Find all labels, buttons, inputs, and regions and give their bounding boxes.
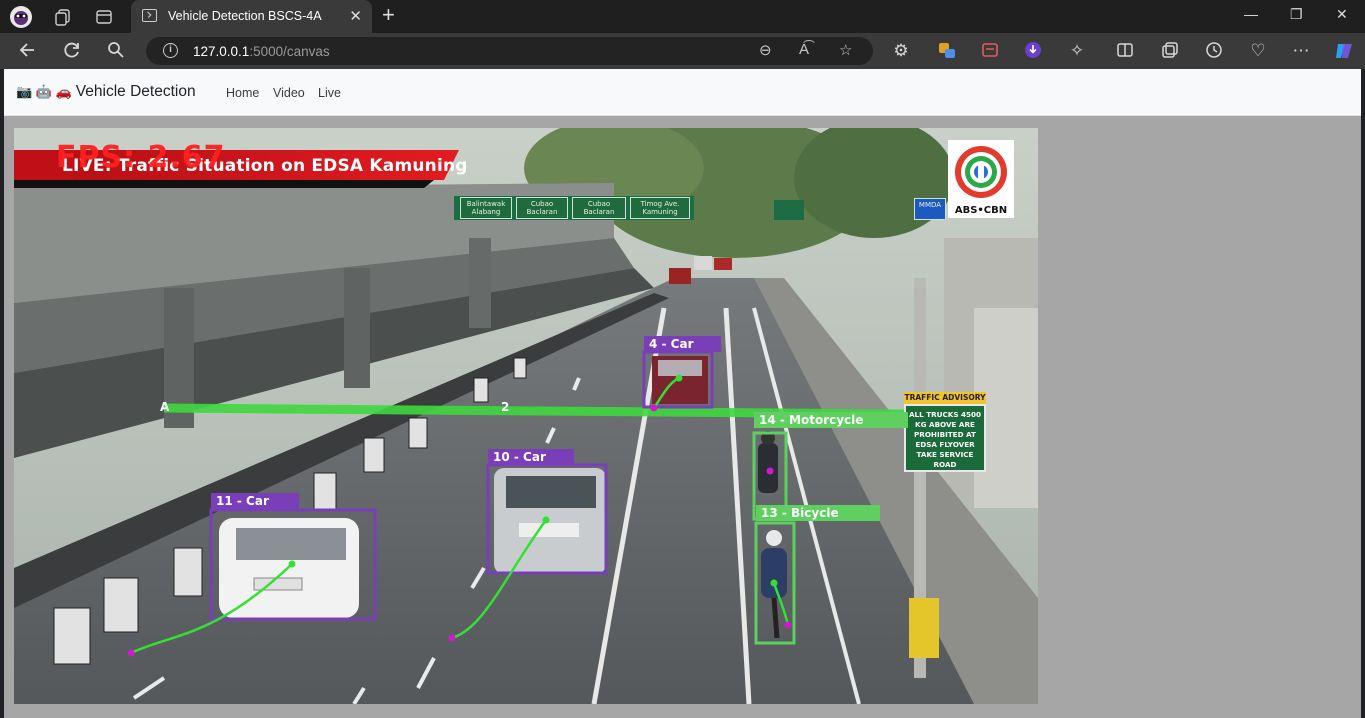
favorite-star-icon[interactable]: ☆: [839, 41, 852, 59]
download-extension-icon[interactable]: [1021, 40, 1045, 62]
video-canvas: LIVE: Traffic Situation on EDSA Kamuning…: [14, 128, 1038, 704]
traffic-advisory-sign: ALL TRUCKS 4500 KG ABOVE ARE PROHIBITED …: [904, 404, 986, 472]
tab-vehicle-detection[interactable]: Vehicle Detection BSCS-4A ✕: [131, 0, 372, 33]
history-icon[interactable]: [1202, 40, 1226, 62]
new-tab-icon[interactable]: +: [382, 4, 395, 26]
read-aloud-icon[interactable]: A͡: [799, 41, 809, 58]
performance-heart-icon[interactable]: ♡: [1246, 40, 1270, 62]
collections-icon[interactable]: [1158, 40, 1182, 62]
overhead-sign-1: Balintawak Alabang: [460, 197, 512, 219]
browser-toolbar: i 127.0.0.1:5000/canvas ⊖ A͡ ☆ ⚙ ✧ ♡ ⋯: [0, 33, 1365, 69]
restore-icon[interactable]: ❐: [1290, 6, 1303, 23]
browser-tab-bar: Vehicle Detection BSCS-4A ✕ + — ❐ ✕: [0, 0, 1365, 33]
nav-link-live[interactable]: Live: [318, 86, 341, 100]
site-info-icon[interactable]: i: [163, 43, 178, 58]
zoom-out-icon[interactable]: ⊖: [759, 41, 772, 59]
more-menu-icon[interactable]: ⋯: [1289, 40, 1313, 62]
traffic-advisory-heading: TRAFFIC ADVISORY: [904, 392, 986, 404]
brand-title: Vehicle Detection: [75, 83, 196, 100]
detection-label-bicycle-13: 13 - Bicycle: [756, 505, 880, 521]
fps-readout: FPS: 2.67: [56, 140, 226, 175]
extensions-puzzle-icon[interactable]: ✧: [1065, 40, 1089, 62]
search-icon[interactable]: [104, 40, 128, 62]
brand-emojis: 📷 🤖 🚗: [16, 84, 72, 99]
tab-close-icon[interactable]: ✕: [349, 7, 362, 25]
broadcaster-logo-text: ABS•CBN: [954, 205, 1008, 216]
detection-label-car-11: 11 - Car: [211, 493, 299, 509]
navbar: 📷 🤖 🚗 Vehicle Detection Home Video Live: [4, 69, 1361, 116]
extension-red-icon[interactable]: [978, 40, 1002, 62]
close-window-icon[interactable]: ✕: [1336, 6, 1348, 23]
back-icon[interactable]: [16, 40, 40, 62]
line-start-label: A: [160, 400, 170, 414]
profile-avatar-icon[interactable]: [9, 5, 33, 29]
address-bar[interactable]: i 127.0.0.1:5000/canvas ⊖ A͡ ☆: [146, 37, 873, 65]
terminal-favicon-icon: [142, 9, 157, 22]
page-body: 📷 🤖 🚗 Vehicle Detection Home Video Live: [4, 69, 1361, 718]
minimize-icon[interactable]: —: [1244, 6, 1258, 22]
refresh-icon[interactable]: [60, 40, 84, 62]
workspaces-icon[interactable]: [51, 5, 75, 29]
line-count-label: 2: [501, 400, 510, 414]
mmda-sign: MMDA: [914, 198, 946, 220]
broadcaster-logo: ABS•CBN: [948, 140, 1014, 218]
nav-link-home[interactable]: Home: [226, 86, 259, 100]
overhead-sign-4: Timog Ave. Kamuning: [630, 197, 690, 219]
nav-link-video[interactable]: Video: [273, 86, 305, 100]
tab-title: Vehicle Detection BSCS-4A: [168, 9, 322, 23]
detection-label-car-10: 10 - Car: [488, 449, 574, 465]
navbar-brand[interactable]: 📷 🤖 🚗 Vehicle Detection: [16, 83, 196, 101]
overhead-sign-3: Cubao Baclaran: [572, 197, 626, 219]
vertical-tabs-icon[interactable]: [92, 5, 116, 29]
detection-label-motorcycle-14: 14 - Motorcycle: [754, 412, 908, 428]
settings-gear-extension-icon[interactable]: ⚙: [889, 40, 913, 62]
copilot-icon[interactable]: [1332, 40, 1356, 62]
url-text: 127.0.0.1:5000/canvas: [193, 44, 330, 59]
overhead-sign-2: Cubao Baclaran: [516, 197, 568, 219]
split-screen-icon[interactable]: [1113, 40, 1137, 62]
extension-color-icon[interactable]: [935, 40, 959, 62]
detection-label-car-4: 4 - Car: [644, 336, 721, 352]
